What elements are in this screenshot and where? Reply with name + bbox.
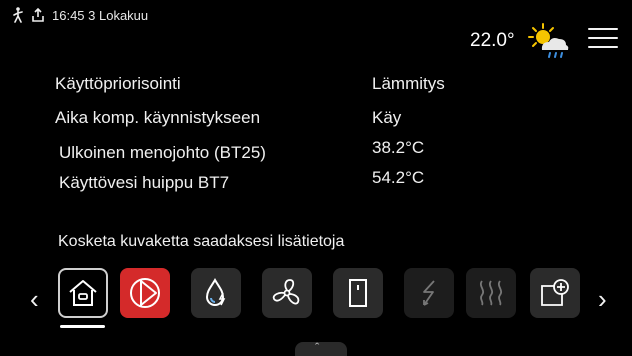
chevron-up-icon: ˆ [315,340,320,355]
heating-tile[interactable] [466,268,516,318]
fan-icon [272,279,300,305]
upload-icon [32,7,44,22]
door-tile[interactable] [333,268,383,318]
scroll-right-arrow[interactable]: › [598,286,607,312]
fan-tile[interactable] [262,268,312,318]
status-bar: 16:45 3 Lokakuu [12,4,148,26]
outdoor-temperature[interactable]: 22.0° [470,30,515,52]
info-label-priority: Käyttöpriorisointi [55,74,181,93]
compressor-tile[interactable] [120,268,170,318]
door-icon [349,279,367,307]
info-value-priority: Lämmitys [372,74,445,93]
heating-icon [479,280,503,306]
pull-up-tab[interactable]: ˆ [295,340,347,356]
add-device-tile[interactable] [530,268,580,318]
add-device-icon [541,279,569,306]
sun-cloud-rain-icon[interactable] [528,22,570,60]
person-walking-icon [13,7,23,23]
home-icon [69,280,97,306]
hot-water-icon [205,277,226,306]
info-value-compressor-start: Käy [372,108,402,127]
info-label-external-flow: Ulkoinen menojohto (BT25) [59,143,266,162]
electric-heater-tile[interactable] [404,268,454,318]
home-tile[interactable] [58,268,108,318]
active-tab-indicator [60,325,105,328]
info-label-hot-water-peak: Käyttövesi huippu BT7 [59,173,230,192]
scroll-left-arrow[interactable]: ‹ [30,286,39,312]
hamburger-menu-icon[interactable] [588,26,618,50]
info-value-hot-water-peak: 54.2°C [372,168,425,187]
hot-water-tile[interactable] [191,268,241,318]
info-label-compressor-start: Aika komp. käynnistykseen [55,108,261,127]
compressor-icon [130,278,160,308]
hint-text: Kosketa kuvaketta saadaksesi lisätietoja [58,233,345,250]
electric-heater-icon [423,280,435,306]
info-value-external-flow: 38.2°C [372,138,425,157]
status-time-date: 16:45 3 Lokakuu [52,7,149,23]
